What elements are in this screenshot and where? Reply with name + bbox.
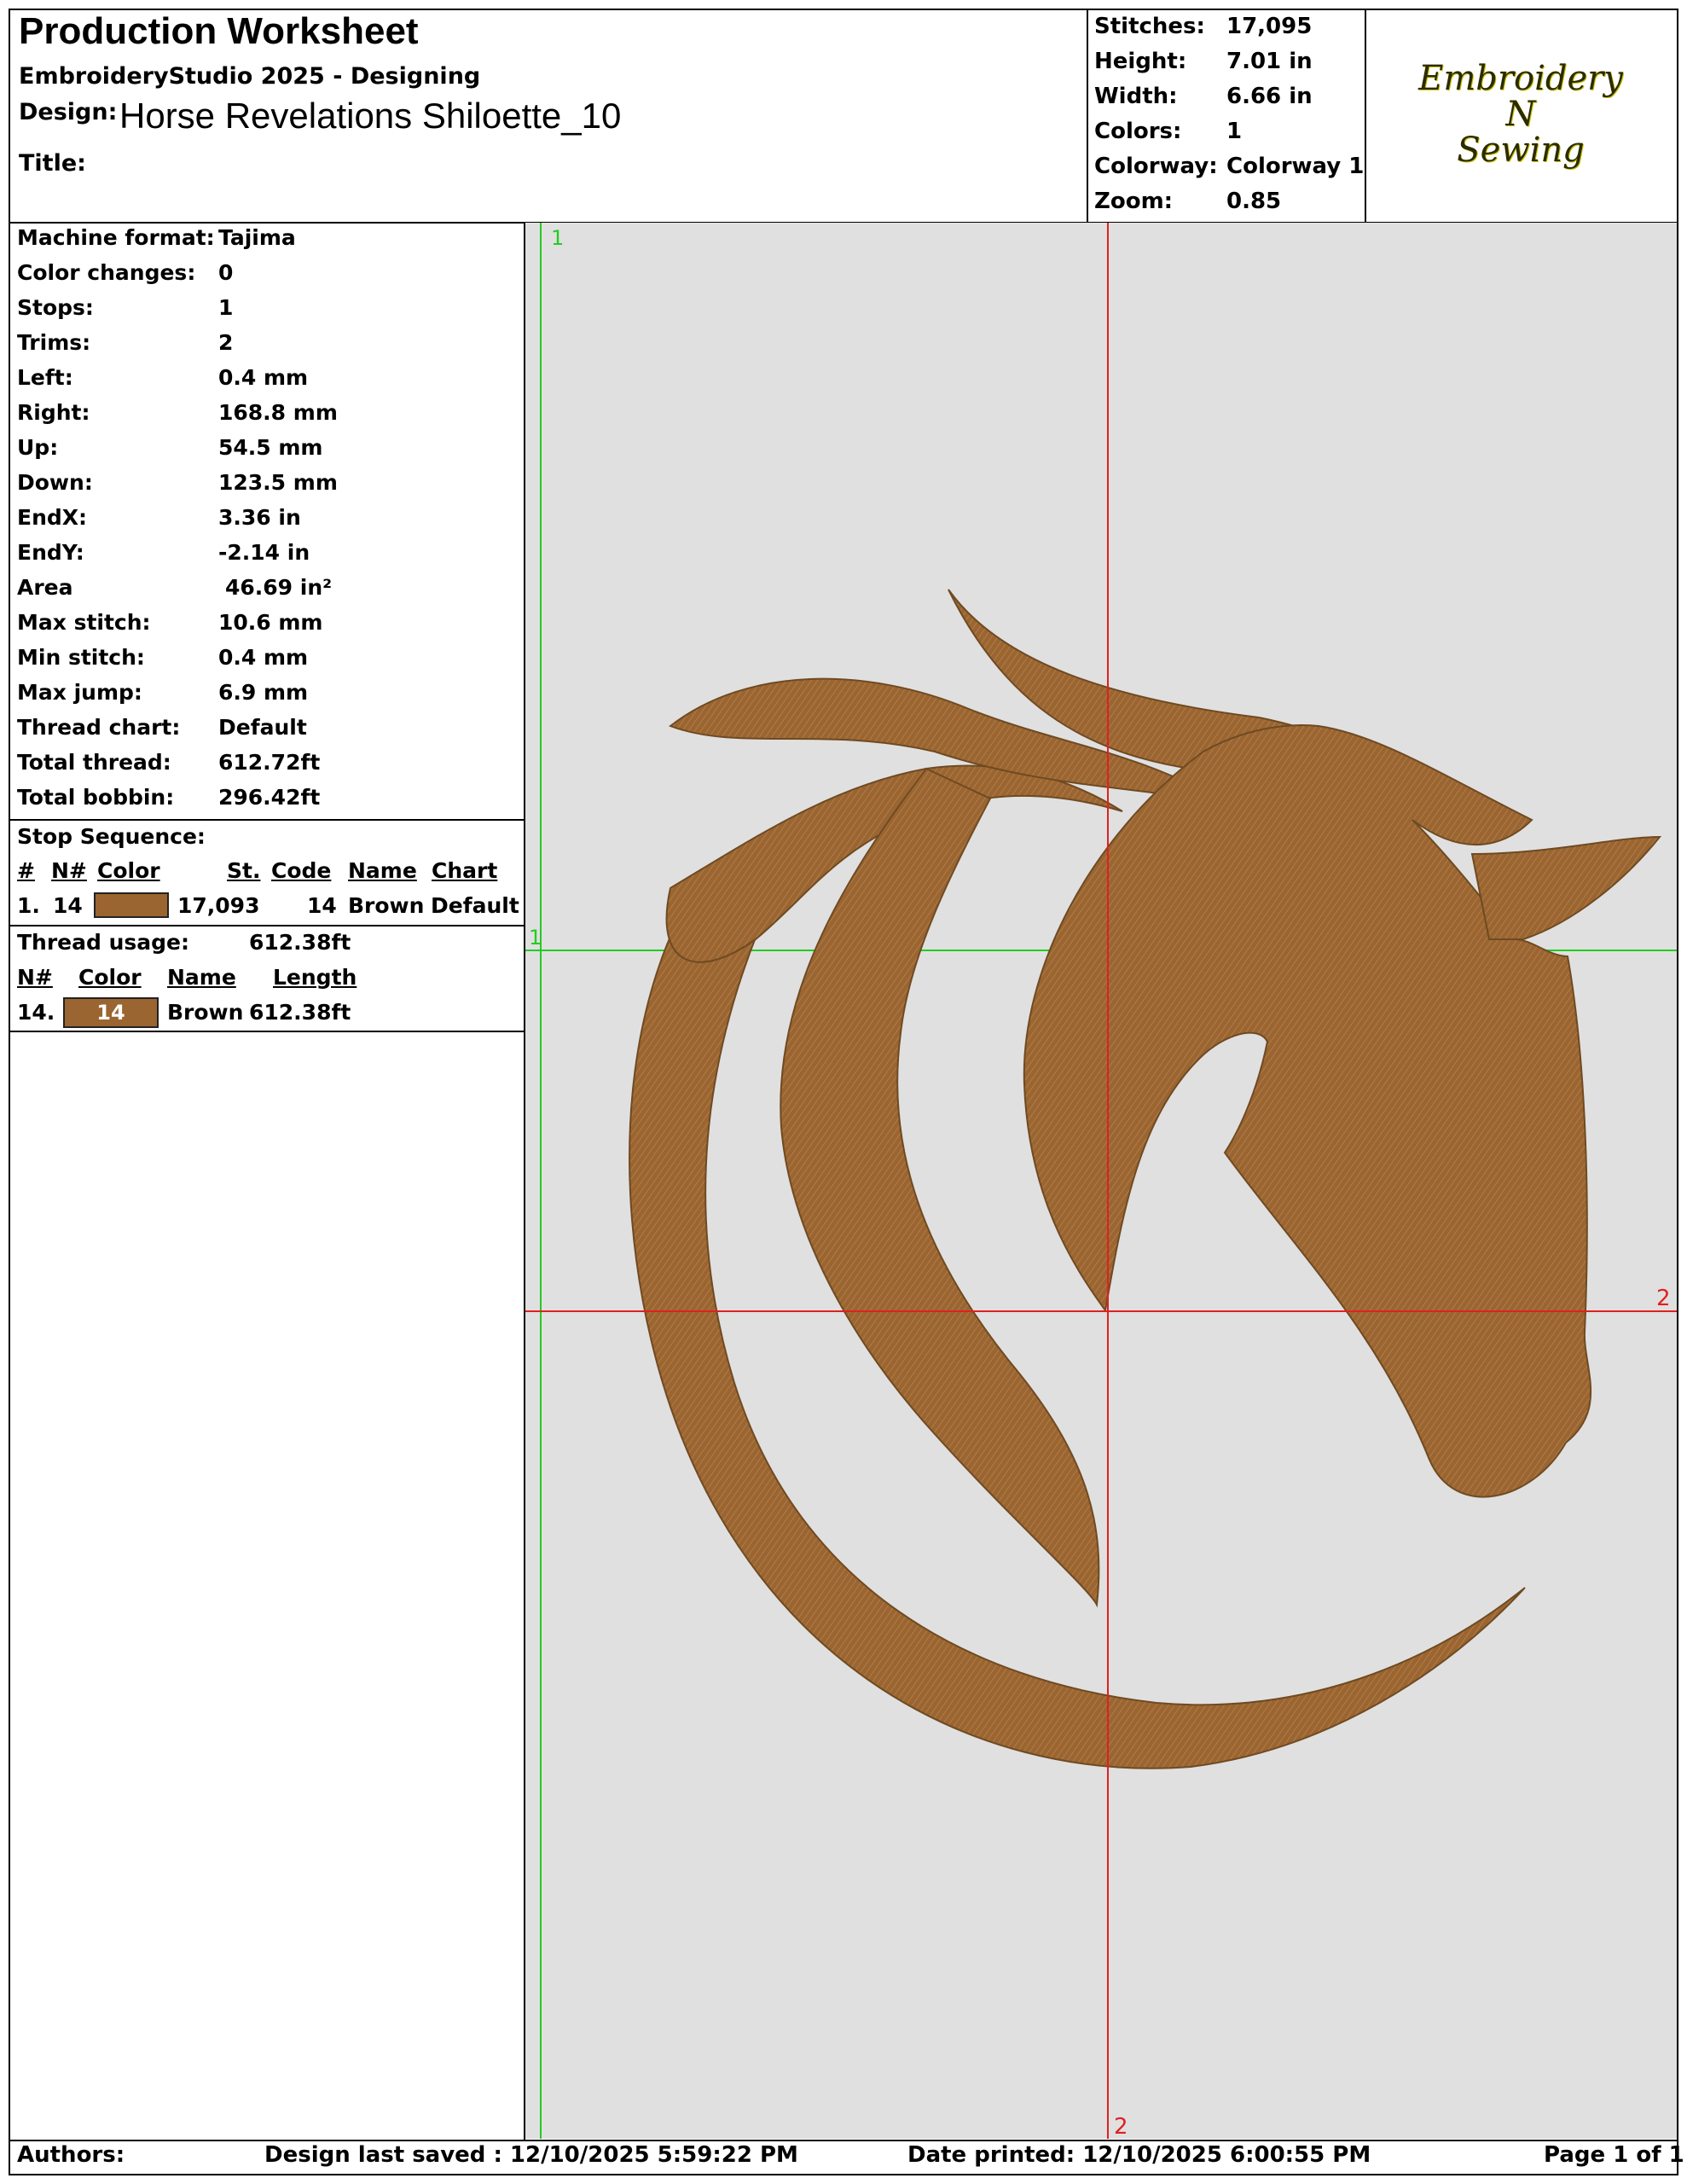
row-chart: Default <box>431 893 519 918</box>
stat-colorway: Colorway: Colorway 1 <box>1094 154 1365 179</box>
usage-color-swatch: 14 <box>63 997 159 1028</box>
col-usage-needle: N# <box>17 965 53 990</box>
design-canvas[interactable]: 1 1 2 2 <box>525 223 1677 2139</box>
col-needle: N# <box>51 858 87 883</box>
footer-date-printed: Date printed: 12/10/2025 6:00:55 PM <box>907 2142 1371 2168</box>
prop-area: Area 46.69 in² <box>17 575 333 600</box>
stat-zoom: Zoom: 0.85 <box>1094 189 1282 214</box>
prop-down: Down: 123.5 mm <box>17 470 338 495</box>
prop-left: Left: 0.4 mm <box>17 365 309 390</box>
color-swatch <box>94 892 169 918</box>
header-divider-stats <box>1087 9 1088 224</box>
title-label: Title: <box>19 150 86 177</box>
prop-total-thread: Total thread: 612.72ft <box>17 750 321 775</box>
usage-needle: 14. <box>17 1000 55 1025</box>
col-color: Color <box>97 858 160 883</box>
prop-endx: EndX: 3.36 in <box>17 505 301 530</box>
usage-name: Brown <box>167 1000 244 1025</box>
col-chart: Chart <box>432 858 498 883</box>
col-usage-name: Name <box>167 965 236 990</box>
design-name: Horse Revelations Shiloette_10 <box>119 96 622 136</box>
thread-usage-label: Thread usage: <box>17 930 190 955</box>
horse-head <box>1023 724 1592 1498</box>
brand-logo: Embroidery N Sewing <box>1366 12 1675 217</box>
page-title: Production Worksheet <box>19 10 419 52</box>
logo-line-3: Sewing <box>1457 131 1585 170</box>
stat-width: Width: 6.66 in <box>1094 84 1313 109</box>
thread-usage-value: 612.38ft <box>249 930 351 955</box>
prop-machine-format: Machine format: Tajima <box>17 225 296 250</box>
footer-authors: Authors: <box>17 2142 125 2168</box>
divider-stop-sequence <box>9 819 525 821</box>
prop-trims: Trims: 2 <box>17 330 234 355</box>
col-code: Code <box>271 858 332 883</box>
logo-line-2: N <box>1505 95 1536 134</box>
prop-up: Up: 54.5 mm <box>17 435 323 460</box>
marker-red-right: 2 <box>1656 1286 1671 1311</box>
footer-page-number: Page 1 of 1 <box>1544 2142 1684 2168</box>
marker-green-top: 1 <box>551 226 564 250</box>
marker-green-left: 1 <box>529 926 542 950</box>
col-name: Name <box>348 858 417 883</box>
divider-properties-end <box>9 1031 525 1032</box>
row-num: 1. <box>17 893 40 918</box>
footer-last-saved: Design last saved : 12/10/2025 5:59:22 P… <box>264 2142 798 2168</box>
prop-right: Right: 168.8 mm <box>17 400 338 425</box>
row-needle: 14 <box>53 893 83 918</box>
logo-line-1: Embroidery <box>1418 59 1623 98</box>
prop-max-stitch: Max stitch: 10.6 mm <box>17 610 323 635</box>
col-stitches: St. <box>227 858 261 883</box>
prop-max-jump: Max jump: 6.9 mm <box>17 680 309 705</box>
stat-height: Height: 7.01 in <box>1094 49 1313 74</box>
stop-sequence-title: Stop Sequence: <box>17 824 206 849</box>
footer-frame <box>9 2140 1678 2175</box>
prop-total-bobbin: Total bobbin: 296.42ft <box>17 785 321 810</box>
row-stitches: 17,093 <box>177 893 260 918</box>
col-usage-length: Length <box>273 965 357 990</box>
row-code: 14 <box>307 893 337 918</box>
prop-min-stitch: Min stitch: 0.4 mm <box>17 645 309 670</box>
prop-endy: EndY: -2.14 in <box>17 540 310 565</box>
col-num: # <box>17 858 35 883</box>
usage-length: 612.38ft <box>249 1000 351 1025</box>
col-usage-color: Color <box>78 965 142 990</box>
design-preview: 1 1 2 2 <box>525 223 1677 2139</box>
prop-thread-chart: Thread chart: Default <box>17 715 307 740</box>
stat-colors: Colors: 1 <box>1094 119 1243 144</box>
row-name: Brown <box>348 893 425 918</box>
prop-color-changes: Color changes: 0 <box>17 260 234 285</box>
design-label: Design: <box>19 99 118 125</box>
marker-red-bottom: 2 <box>1114 2114 1128 2139</box>
software-label: EmbroideryStudio 2025 - Designing <box>19 63 481 90</box>
horse-ear <box>1470 835 1662 940</box>
prop-stops: Stops: 1 <box>17 295 234 320</box>
divider-thread-usage <box>9 925 525 926</box>
stat-stitches: Stitches: 17,095 <box>1094 14 1313 39</box>
